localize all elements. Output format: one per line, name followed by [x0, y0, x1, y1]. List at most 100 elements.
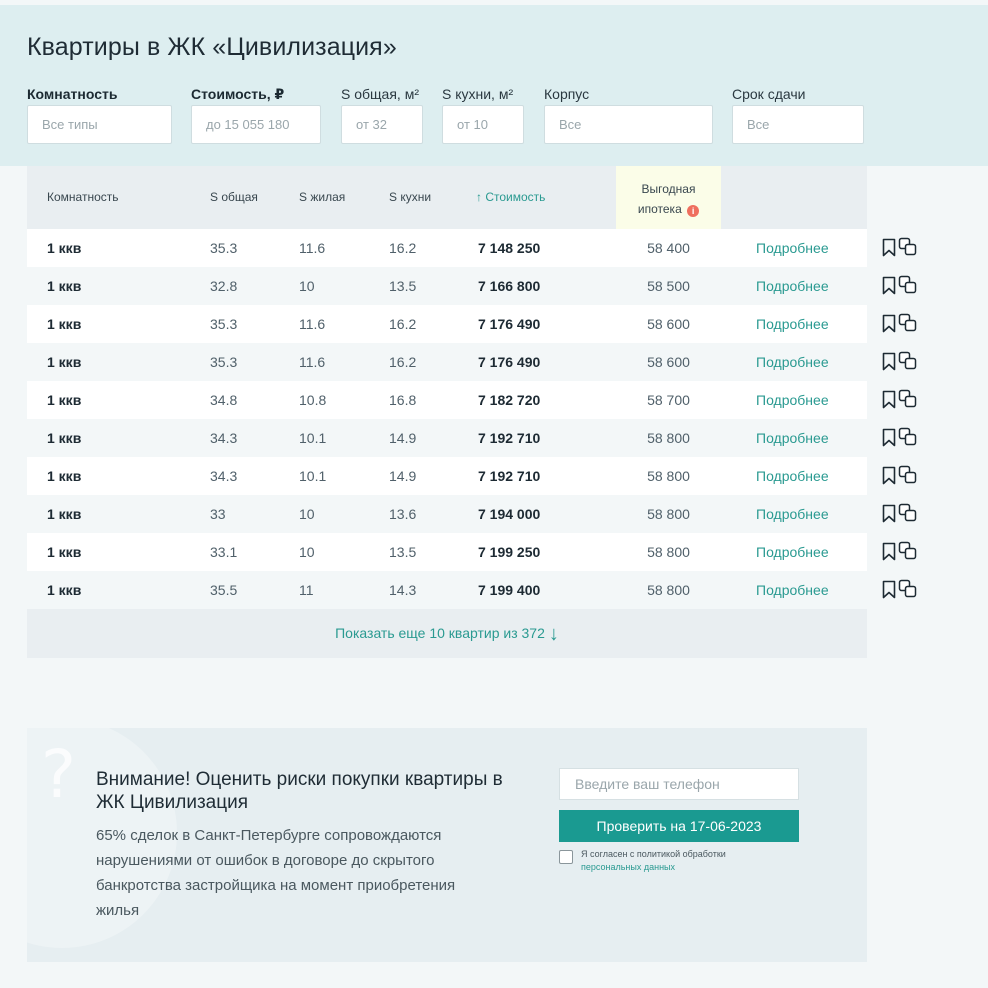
row-action-icons [882, 305, 922, 343]
details-link[interactable]: Подробнее [756, 533, 829, 571]
cell-area-total: 34.8 [210, 392, 238, 408]
header-price-sort[interactable]: ↑ Стоимость [476, 190, 545, 204]
cell-area-living: 11.6 [299, 354, 326, 370]
table-row[interactable]: 1 ккв 34.8 10.8 16.8 7 182 720 58 700 Подробне… [27, 381, 867, 419]
cell-area-kitchen: 14.3 [389, 582, 417, 598]
row-action-icons [882, 419, 922, 457]
details-link[interactable]: Подробнее [756, 419, 829, 457]
filter-area-total-label: S общая, м² [341, 86, 419, 102]
consent-checkbox[interactable] [559, 850, 573, 864]
info-icon[interactable]: i [687, 205, 700, 217]
show-more-button[interactable]: Показать еще 10 квартир из 372 ↓ [27, 609, 867, 658]
details-link[interactable]: Подробнее [756, 571, 829, 609]
risk-check-panel: ? Внимание! Оценить риски покупки кварти… [27, 728, 867, 962]
filter-area-total-input[interactable]: от 32 [341, 105, 423, 144]
consent-link[interactable]: персональных данных [581, 861, 726, 874]
cell-area-total: 35.3 [210, 316, 238, 332]
details-link[interactable]: Подробнее [756, 381, 829, 419]
cell-mortgage: 58 800 [647, 582, 690, 598]
header-rooms[interactable]: Комнатность [47, 190, 119, 204]
cell-mortgage: 58 800 [647, 468, 690, 484]
cell-price: 7 176 490 [478, 316, 541, 332]
cell-area-kitchen: 14.9 [389, 430, 417, 446]
check-button[interactable]: Проверить на 17-06-2023 [559, 810, 799, 842]
details-link[interactable]: Подробнее [756, 457, 829, 495]
table-row[interactable]: 1 ккв 33.1 10 13.5 7 199 250 58 800 Подробнее [27, 533, 867, 571]
cell-area-total: 35.5 [210, 582, 238, 598]
cell-mortgage: 58 400 [647, 240, 690, 256]
cell-area-living: 10 [299, 544, 315, 560]
table-row[interactable]: 1 ккв 35.3 11.6 16.2 7 148 250 58 400 Подробне… [27, 229, 867, 267]
cell-area-total: 32.8 [210, 278, 238, 294]
header-mortgage-line2: ипотека [637, 202, 682, 216]
table-row[interactable]: 1 ккв 32.8 10 13.5 7 166 800 58 500 Подробнее [27, 267, 867, 305]
filter-rooms-input[interactable]: Все типы [27, 105, 172, 144]
row-action-icons [882, 495, 922, 533]
table-row[interactable]: 1 ккв 33 10 13.6 7 194 000 58 800 Подробнее [27, 495, 867, 533]
cell-mortgage: 58 800 [647, 430, 690, 446]
cell-area-living: 11 [299, 582, 314, 598]
arrow-down-icon: ↓ [548, 623, 559, 645]
cell-rooms: 1 ккв [47, 468, 82, 484]
cell-area-kitchen: 16.8 [389, 392, 417, 408]
filter-building-select[interactable]: Все [544, 105, 713, 144]
cell-area-living: 11.6 [299, 316, 326, 332]
details-link[interactable]: Подробнее [756, 229, 829, 267]
cell-area-total: 35.3 [210, 240, 238, 256]
cell-area-kitchen: 16.2 [389, 354, 417, 370]
cell-area-living: 11.6 [299, 240, 326, 256]
cell-area-living: 10.1 [299, 468, 327, 484]
filter-price-label: Стоимость, ₽ [191, 86, 285, 102]
details-link[interactable]: Подробнее [756, 267, 829, 305]
header-area-kitchen[interactable]: S кухни [389, 190, 431, 204]
filter-rooms-label: Комнатность [27, 86, 118, 102]
cell-area-total: 33 [210, 506, 226, 522]
details-link[interactable]: Подробнее [756, 343, 829, 381]
cell-mortgage: 58 500 [647, 278, 690, 294]
table-row[interactable]: 1 ккв 35.5 11 14.3 7 199 400 58 800 Подробнее [27, 571, 867, 609]
cell-rooms: 1 ккв [47, 316, 82, 332]
details-link[interactable]: Подробнее [756, 305, 829, 343]
cell-area-kitchen: 13.5 [389, 544, 417, 560]
consent-text: Я согласен с политикой обработки персона… [581, 848, 726, 874]
cell-rooms: 1 ккв [47, 544, 82, 560]
table-row[interactable]: 1 ккв 34.3 10.1 14.9 7 192 710 58 800 Подробне… [27, 419, 867, 457]
cell-area-living: 10 [299, 278, 315, 294]
filter-area-kitchen-input[interactable]: от 10 [442, 105, 524, 144]
cell-area-kitchen: 14.9 [389, 468, 417, 484]
page-title: Квартиры в ЖК «Цивилизация» [27, 33, 397, 61]
cell-mortgage: 58 800 [647, 506, 690, 522]
filter-deadline-select[interactable]: Все [732, 105, 864, 144]
row-action-icons [882, 533, 922, 571]
cell-area-kitchen: 16.2 [389, 240, 417, 256]
cell-area-total: 33.1 [210, 544, 238, 560]
filter-price-input[interactable]: до 15 055 180 [191, 105, 321, 144]
filter-deadline-label: Срок сдачи [732, 86, 806, 102]
table-row[interactable]: 1 ккв 34.3 10.1 14.9 7 192 710 58 800 Подробне… [27, 457, 867, 495]
row-action-icons [882, 381, 922, 419]
cell-area-kitchen: 13.6 [389, 506, 417, 522]
row-action-icons [882, 267, 922, 305]
table-row[interactable]: 1 ккв 35.3 11.6 16.2 7 176 490 58 600 Подробне… [27, 343, 867, 381]
table-row[interactable]: 1 ккв 35.3 11.6 16.2 7 176 490 58 600 Подробне… [27, 305, 867, 343]
cell-price: 7 166 800 [478, 278, 541, 294]
row-action-icons [882, 457, 922, 495]
cell-rooms: 1 ккв [47, 278, 82, 294]
cell-area-kitchen: 13.5 [389, 278, 417, 294]
cell-price: 7 192 710 [478, 468, 541, 484]
details-link[interactable]: Подробнее [756, 495, 829, 533]
header-mortgage[interactable]: Выгодная ипотека i [616, 179, 721, 219]
cell-rooms: 1 ккв [47, 240, 82, 256]
cell-mortgage: 58 600 [647, 354, 690, 370]
header-area-living[interactable]: S жилая [299, 190, 345, 204]
cell-area-total: 34.3 [210, 430, 238, 446]
row-action-icons [882, 229, 922, 267]
cell-area-living: 10.8 [299, 392, 327, 408]
cell-price: 7 199 250 [478, 544, 541, 560]
cell-price: 7 148 250 [478, 240, 541, 256]
phone-input[interactable]: Введите ваш телефон [559, 768, 799, 800]
cell-area-total: 35.3 [210, 354, 238, 370]
header-area-total[interactable]: S общая [210, 190, 258, 204]
cell-mortgage: 58 800 [647, 544, 690, 560]
cell-area-living: 10 [299, 506, 315, 522]
